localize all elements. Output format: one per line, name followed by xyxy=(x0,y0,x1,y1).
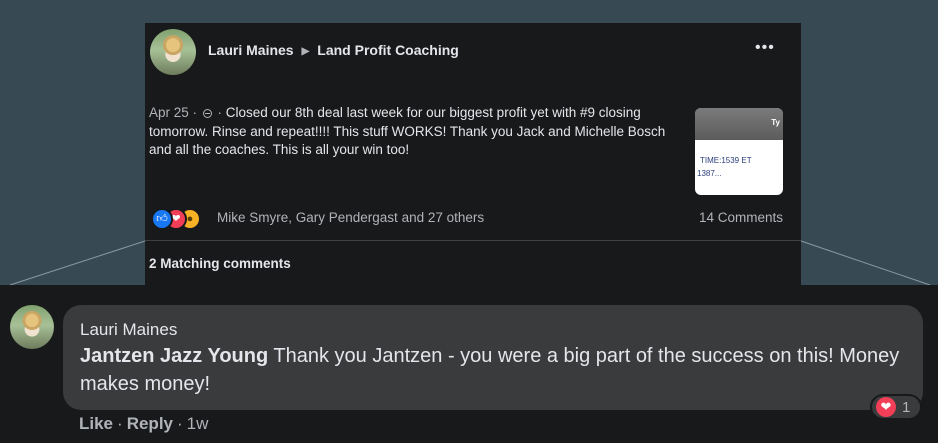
caret-right-icon: ▶ xyxy=(301,46,310,57)
post-date[interactable]: Apr 25 xyxy=(149,105,189,120)
post-body: Apr 25 · · Closed our 8th deal last week… xyxy=(149,104,679,160)
commenter-avatar[interactable] xyxy=(10,305,54,349)
post-text: Closed our 8th deal last week for our bi… xyxy=(149,105,666,157)
more-icon[interactable]: ••• xyxy=(755,39,775,57)
comment-time[interactable]: 1w xyxy=(187,414,209,433)
thumbnail-tag: Ty xyxy=(771,118,780,127)
comment-mention[interactable]: Jantzen Jazz Young xyxy=(80,345,268,367)
author-avatar[interactable] xyxy=(150,29,196,75)
zoomed-comment: Lauri Maines Jantzen Jazz Young Thank yo… xyxy=(0,285,938,443)
author-line: Lauri Maines ▶ Land Profit Coaching xyxy=(208,42,459,58)
date-separator: · xyxy=(188,105,201,120)
post-card: Lauri Maines ▶ Land Profit Coaching ••• Ap… xyxy=(145,23,801,285)
author-name[interactable]: Lauri Maines xyxy=(208,42,294,58)
reply-button[interactable]: Reply xyxy=(127,414,173,433)
thumbnail-line-2: 1387... xyxy=(697,169,722,178)
comments-count[interactable]: 14 Comments xyxy=(699,210,783,225)
comment-bubble: Lauri Maines Jantzen Jazz Young Thank yo… xyxy=(63,305,923,410)
thumbnail-header-bar xyxy=(695,108,783,140)
comment-text: Jantzen Jazz Young Thank you Jantzen - y… xyxy=(80,342,920,398)
like-reaction-icon: 👍︎ xyxy=(151,208,173,230)
globe-icon xyxy=(202,109,212,118)
group-name[interactable]: Land Profit Coaching xyxy=(317,42,459,58)
post-header: Lauri Maines ▶ Land Profit Coaching ••• xyxy=(145,23,801,87)
divider xyxy=(145,240,801,241)
privacy-separator: · xyxy=(213,105,226,120)
reactions-text[interactable]: Mike Smyre, Gary Pendergast and 27 other… xyxy=(217,210,484,225)
heart-icon: ❤ xyxy=(876,397,896,417)
attachment-thumbnail[interactable]: Ty TIME:1539 ET 1387... xyxy=(695,108,783,195)
thumbnail-line-1: TIME:1539 ET xyxy=(700,156,752,165)
comment-actions: Like · Reply · 1w xyxy=(79,414,208,434)
action-separator: · xyxy=(177,414,183,433)
comment-reaction-count: 1 xyxy=(902,399,911,416)
action-separator: · xyxy=(117,414,123,433)
comment-reaction-badge[interactable]: ❤ 1 xyxy=(870,394,922,420)
matching-comments-label: 2 Matching comments xyxy=(149,256,291,271)
like-button[interactable]: Like xyxy=(79,414,113,433)
comment-author[interactable]: Lauri Maines xyxy=(80,320,177,340)
